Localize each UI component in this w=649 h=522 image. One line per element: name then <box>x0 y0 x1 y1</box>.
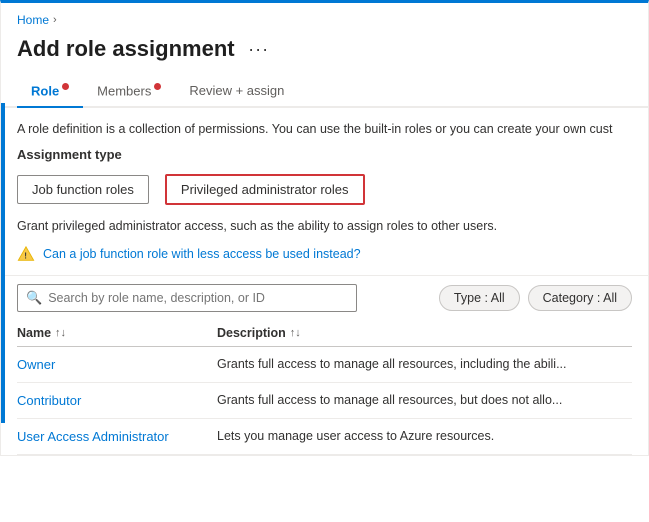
page-title: Add role assignment <box>17 36 235 62</box>
desc-sort-icon[interactable]: ↑↓ <box>290 327 301 339</box>
breadcrumb-separator: › <box>53 14 57 26</box>
search-filter-row: 🔍 Type : All Category : All <box>1 275 648 320</box>
table-header-row: Name ↑↓ Description ↑↓ <box>17 320 632 347</box>
description-text: A role definition is a collection of per… <box>1 108 648 145</box>
row-2-name[interactable]: User Access Administrator <box>17 429 217 444</box>
type-filter-button[interactable]: Type : All <box>439 285 520 311</box>
warning-icon: ! <box>17 245 35 263</box>
role-type-buttons: Job function roles Privileged administra… <box>1 170 648 215</box>
privileged-admin-roles-button[interactable]: Privileged administrator roles <box>165 174 365 205</box>
tab-role-dot <box>62 83 69 90</box>
col-name-header: Name ↑↓ <box>17 326 217 340</box>
svg-text:!: ! <box>24 252 27 261</box>
assignment-type-label: Assignment type <box>1 145 648 170</box>
category-filter-button[interactable]: Category : All <box>528 285 632 311</box>
job-function-roles-button[interactable]: Job function roles <box>17 175 149 204</box>
tabs-row: Role Members Review + assign <box>1 75 648 108</box>
tab-review[interactable]: Review + assign <box>175 75 298 108</box>
table: Name ↑↓ Description ↑↓ Owner Grants full… <box>1 320 648 455</box>
tab-role[interactable]: Role <box>17 75 83 108</box>
grant-text: Grant privileged administrator access, s… <box>1 215 648 239</box>
tab-members[interactable]: Members <box>83 75 175 108</box>
warning-text[interactable]: Can a job function role with less access… <box>43 247 361 261</box>
row-1-desc: Grants full access to manage all resourc… <box>217 393 632 407</box>
col-desc-header: Description ↑↓ <box>217 326 632 340</box>
row-0-desc: Grants full access to manage all resourc… <box>217 357 632 371</box>
table-row: User Access Administrator Lets you manag… <box>17 419 632 455</box>
filter-buttons: Type : All Category : All <box>439 285 632 311</box>
tab-members-dot <box>154 83 161 90</box>
page-title-row: Add role assignment ··· <box>1 31 648 75</box>
name-sort-icon[interactable]: ↑↓ <box>55 327 66 339</box>
table-row: Contributor Grants full access to manage… <box>17 383 632 419</box>
row-0-name[interactable]: Owner <box>17 357 217 372</box>
search-input[interactable] <box>48 291 348 305</box>
table-row: Owner Grants full access to manage all r… <box>17 347 632 383</box>
breadcrumb-home[interactable]: Home <box>17 13 49 27</box>
breadcrumb: Home › <box>1 3 648 31</box>
row-1-name[interactable]: Contributor <box>17 393 217 408</box>
search-icon: 🔍 <box>26 290 42 306</box>
search-box[interactable]: 🔍 <box>17 284 357 312</box>
ellipsis-button[interactable]: ··· <box>245 35 273 63</box>
warning-row: ! Can a job function role with less acce… <box>1 239 648 275</box>
row-2-desc: Lets you manage user access to Azure res… <box>217 429 632 443</box>
